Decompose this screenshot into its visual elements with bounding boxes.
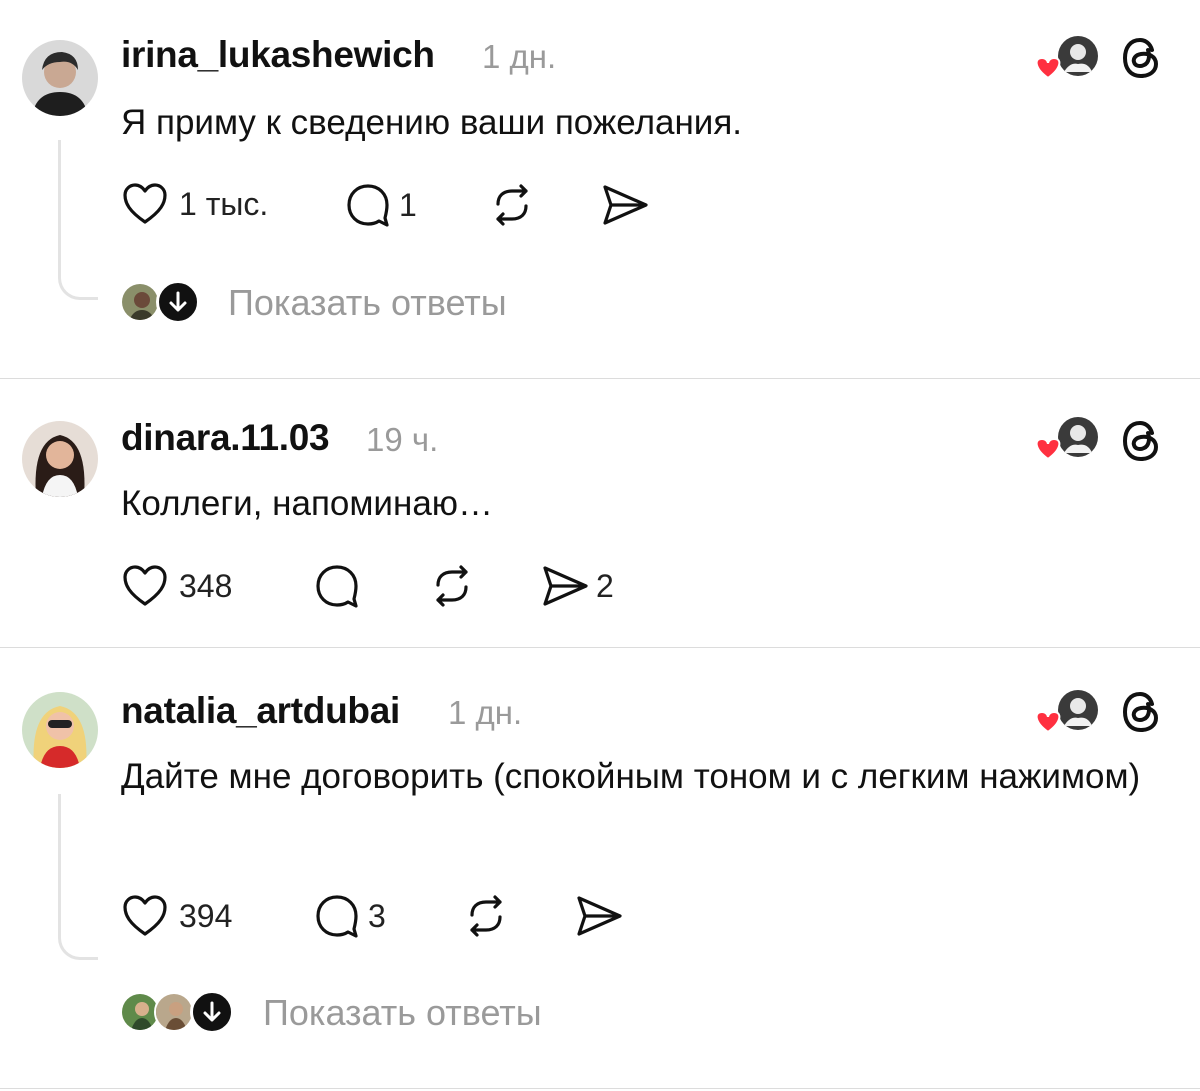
username[interactable]: irina_lukashewich <box>121 34 435 76</box>
like-button[interactable]: 394 <box>121 892 232 940</box>
threads-logo-icon[interactable] <box>1120 690 1164 734</box>
thread-post: irina_lukashewich 1 дн. Я приму к сведен… <box>0 0 1200 378</box>
avatar <box>154 992 194 1032</box>
heart-outline-icon <box>123 183 167 224</box>
avatar[interactable] <box>22 40 98 116</box>
like-button[interactable]: 1 тыс. <box>121 180 268 228</box>
username[interactable]: dinara.11.03 <box>121 417 330 459</box>
show-replies[interactable]: Показать ответы <box>120 990 600 1034</box>
repost-button[interactable] <box>462 893 510 939</box>
reply-button[interactable]: 3 <box>314 893 386 939</box>
repost-arrows-icon <box>470 895 502 937</box>
avatar <box>120 282 160 322</box>
send-icon <box>577 896 622 936</box>
thread-post: dinara.11.03 19 ч. Коллеги, напоминаю… 3… <box>0 379 1200 647</box>
username[interactable]: natalia_artdubai <box>121 690 400 732</box>
show-replies-label[interactable]: Показать ответы <box>228 282 507 324</box>
post-text: Дайте мне договорить (спокойным тоном и … <box>121 757 1141 796</box>
heart-outline-icon <box>123 565 167 606</box>
threads-logo-icon[interactable] <box>1120 419 1164 463</box>
share-button[interactable] <box>600 182 650 228</box>
post-time: 1 дн. <box>482 38 557 75</box>
avatar[interactable] <box>22 421 98 497</box>
avatar[interactable] <box>22 692 98 768</box>
arrow-down-icon <box>190 990 234 1034</box>
heart-outline-icon <box>123 895 167 936</box>
post-text: Коллеги, напоминаю… <box>121 484 494 523</box>
like-count: 394 <box>179 897 233 934</box>
reply-count: 1 <box>399 186 417 223</box>
repost-button[interactable] <box>428 563 476 609</box>
repost-arrows-icon <box>496 184 528 226</box>
comment-bubble-icon <box>316 565 358 608</box>
arrow-down-icon <box>156 280 200 324</box>
share-button[interactable]: 2 <box>540 563 614 609</box>
thread-connector <box>58 140 98 300</box>
post-text: Я приму к сведению ваши пожелания. <box>121 103 743 142</box>
show-replies-label[interactable]: Показать ответы <box>263 992 542 1034</box>
repost-button[interactable] <box>488 182 536 228</box>
thread-connector <box>58 794 98 960</box>
share-button[interactable] <box>574 893 624 939</box>
share-count: 2 <box>596 567 614 604</box>
reply-count: 3 <box>368 897 386 934</box>
comment-bubble-icon <box>347 184 389 227</box>
like-count: 348 <box>179 567 233 604</box>
reply-button[interactable] <box>314 563 360 609</box>
like-button[interactable]: 348 <box>121 562 232 610</box>
like-count: 1 тыс. <box>179 185 269 222</box>
threads-logo-icon[interactable] <box>1120 36 1164 80</box>
post-time: 1 дн. <box>448 694 523 731</box>
reply-button[interactable]: 1 <box>345 182 417 228</box>
send-icon <box>543 566 588 606</box>
liked-by-author-badge <box>1030 415 1100 467</box>
show-replies[interactable]: Показать ответы <box>120 280 560 324</box>
thread-post: natalia_artdubai 1 дн. Дайте мне договор… <box>0 648 1200 1088</box>
liked-by-author-badge <box>1030 34 1100 86</box>
liked-by-author-badge <box>1030 688 1100 740</box>
divider <box>0 1088 1200 1089</box>
post-time: 19 ч. <box>366 421 439 458</box>
send-icon <box>603 185 648 225</box>
repost-arrows-icon <box>436 565 468 607</box>
comment-bubble-icon <box>316 895 358 938</box>
